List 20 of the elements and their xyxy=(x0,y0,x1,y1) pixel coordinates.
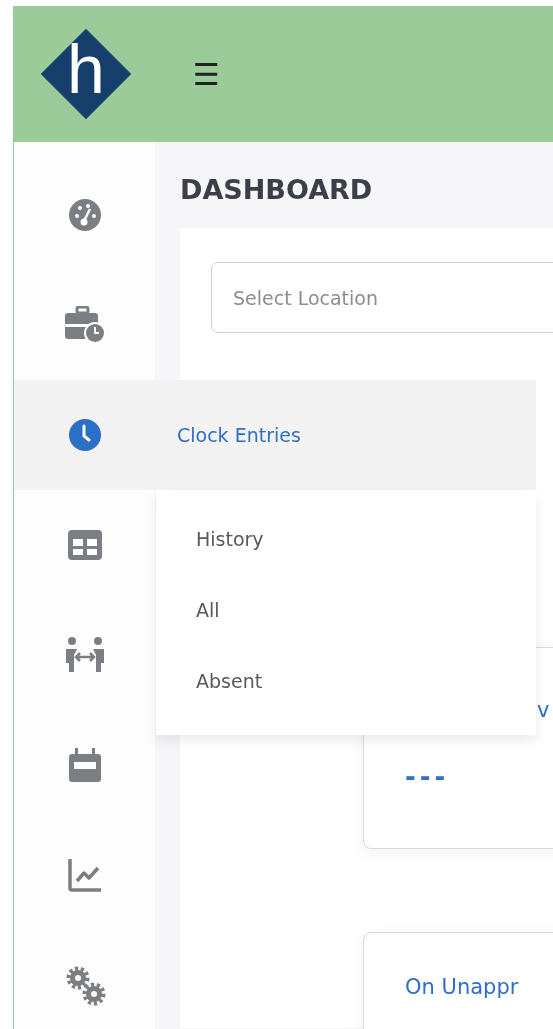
menu-button[interactable]: ☰ xyxy=(193,56,220,92)
table-icon xyxy=(68,530,102,560)
logo[interactable]: h xyxy=(41,29,131,119)
location-select[interactable]: Select Location xyxy=(211,262,553,333)
submenu-item[interactable]: History xyxy=(156,504,536,575)
submenu-item[interactable]: All xyxy=(156,575,536,646)
card-value: --- xyxy=(405,762,450,792)
briefcase-clock-icon xyxy=(64,306,106,344)
flyout-title[interactable]: Clock Entries xyxy=(177,424,301,446)
clock-icon xyxy=(68,418,102,452)
line-chart-icon xyxy=(68,858,102,892)
sidebar-item[interactable] xyxy=(14,380,156,490)
calendar-icon xyxy=(69,748,101,782)
people-arrow-icon xyxy=(65,637,105,673)
gears-icon xyxy=(64,964,106,1006)
submenu-item[interactable]: Absent xyxy=(156,646,536,717)
gauge-icon xyxy=(68,198,102,232)
page-title: DASHBOARD xyxy=(180,173,374,207)
card-title: v xyxy=(537,698,550,722)
card-title: On Unappr xyxy=(405,975,519,999)
